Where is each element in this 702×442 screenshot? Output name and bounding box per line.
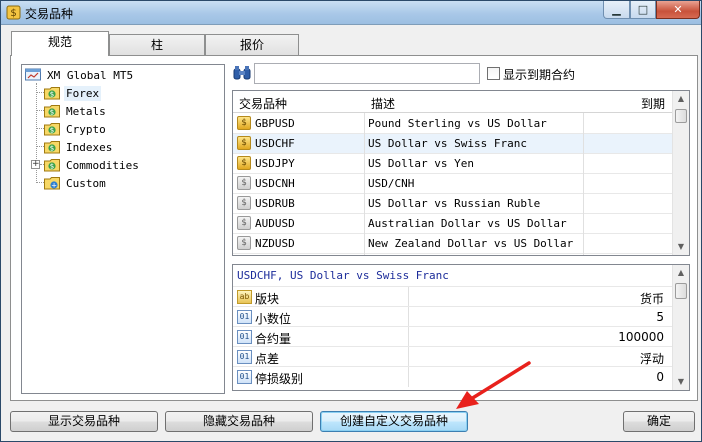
terminal-icon — [25, 68, 41, 81]
currency-dollar-icon: $ — [237, 156, 251, 170]
expand-commodities-icon[interactable]: + — [31, 160, 40, 169]
svg-text:$: $ — [50, 127, 54, 135]
table-row[interactable]: $ USDRUB US Dollar vs Russian Ruble — [233, 194, 672, 214]
folder-dollar-icon: $ — [44, 141, 60, 154]
tab-specification[interactable]: 规范 — [11, 31, 109, 56]
table-row[interactable]: $ USDCHF US Dollar vs Swiss Franc — [233, 134, 672, 154]
currency-dollar-disabled-icon: $ — [237, 216, 251, 230]
symbol-search-input[interactable] — [254, 63, 480, 84]
close-icon: ✕ — [673, 3, 683, 16]
symbols-scrollbar[interactable]: ▲ ▼ — [672, 91, 689, 255]
show-expired-label: 显示到期合约 — [503, 68, 576, 82]
close-button[interactable]: ✕ — [656, 1, 700, 19]
tree-item-custom[interactable]: + Custom — [44, 174, 108, 192]
scroll-thumb[interactable] — [675, 283, 687, 299]
table-row[interactable]: $ AUDUSD Australian Dollar vs US Dollar — [233, 214, 672, 234]
minimize-button[interactable]: ▁ — [603, 1, 630, 19]
tree-item-commodities[interactable]: $ Commodities — [44, 156, 141, 174]
ok-button[interactable]: 确定 — [623, 411, 695, 432]
tree-item-forex[interactable]: $ Forex — [44, 84, 102, 102]
column-header-description[interactable]: 描述 — [371, 95, 395, 112]
tree-item-label: Metals — [66, 104, 106, 118]
window-title: 交易品种 — [25, 7, 74, 21]
properties-title: USDCHF, US Dollar vs Swiss Franc — [237, 269, 449, 282]
tree-root[interactable]: XM Global MT5 — [25, 66, 135, 84]
column-header-symbol[interactable]: 交易品种 — [239, 95, 287, 112]
app-icon: $ — [6, 5, 21, 20]
svg-text:$: $ — [50, 109, 54, 117]
svg-text:$: $ — [50, 163, 54, 171]
tree-root-label: XM Global MT5 — [47, 68, 134, 82]
tree-item-label: Custom — [66, 176, 106, 190]
tree-item-label: Forex — [64, 85, 102, 101]
scroll-thumb[interactable] — [675, 109, 687, 123]
tab-bars[interactable]: 柱 — [109, 34, 205, 56]
svg-text:+: + — [51, 182, 57, 190]
folder-dollar-icon: $ — [44, 159, 60, 172]
minimize-icon: ▁ — [612, 3, 621, 16]
text-property-icon: ab — [237, 290, 252, 304]
table-row[interactable]: $ USDCNH USD/CNH — [233, 174, 672, 194]
show-symbol-button[interactable]: 显示交易品种 — [10, 411, 158, 432]
currency-dollar-icon: $ — [237, 116, 251, 130]
binoculars-icon — [233, 66, 251, 80]
property-row[interactable]: 01 停损级别 0 — [233, 366, 672, 387]
table-row[interactable]: $ USDJPY US Dollar vs Yen — [233, 154, 672, 174]
currency-dollar-disabled-icon: $ — [237, 176, 251, 190]
tree-item-label: Indexes — [66, 140, 113, 154]
property-row[interactable]: 01 点差 浮动 — [233, 346, 672, 367]
folder-dollar-icon: $ — [44, 105, 60, 118]
property-row[interactable]: 01 合约量 100000 — [233, 326, 672, 347]
scroll-down-icon[interactable]: ▼ — [673, 239, 689, 255]
symbols-table: 交易品种 描述 到期 $ GBPUSD Pound Sterling vs US… — [232, 90, 690, 256]
svg-text:$: $ — [50, 145, 54, 153]
folder-dollar-icon: $ — [44, 123, 60, 136]
folder-dollar-icon: $ — [44, 87, 60, 100]
symbol-group-tree: XM Global MT5 $ Forex $ Metals $ Crypto — [21, 64, 225, 394]
show-expired-checkbox[interactable] — [487, 67, 500, 80]
table-header: 交易品种 描述 到期 — [233, 91, 672, 113]
property-row[interactable]: ab 版块 货币 — [233, 286, 672, 307]
tree-item-label: Crypto — [66, 122, 106, 136]
numeric-property-icon: 01 — [237, 370, 252, 384]
currency-dollar-disabled-icon: $ — [237, 236, 251, 250]
table-row[interactable]: $ GBPUSD Pound Sterling vs US Dollar — [233, 114, 672, 134]
svg-text:$: $ — [10, 8, 16, 19]
tree-item-indexes[interactable]: $ Indexes — [44, 138, 114, 156]
properties-scrollbar[interactable]: ▲ ▼ — [672, 265, 689, 390]
scroll-up-icon[interactable]: ▲ — [673, 265, 689, 281]
scroll-up-icon[interactable]: ▲ — [673, 91, 689, 107]
title-bar[interactable]: $ 交易品种 ▁ □ ✕ — [1, 1, 701, 25]
property-row[interactable]: 01 小数位 5 — [233, 306, 672, 327]
hide-symbol-button[interactable]: 隐藏交易品种 — [165, 411, 313, 432]
numeric-property-icon: 01 — [237, 310, 252, 324]
symbol-properties-panel: USDCHF, US Dollar vs Swiss Franc ab 版块 货… — [232, 264, 690, 391]
numeric-property-icon: 01 — [237, 350, 252, 364]
tree-item-label: Commodities — [66, 158, 139, 172]
tab-ticks[interactable]: 报价 — [205, 34, 299, 56]
folder-custom-icon: + — [44, 177, 60, 190]
tree-item-crypto[interactable]: $ Crypto — [44, 120, 108, 138]
maximize-icon: □ — [637, 3, 649, 16]
svg-text:$: $ — [50, 91, 54, 99]
currency-dollar-disabled-icon: $ — [237, 196, 251, 210]
table-row[interactable]: $ NZDUSD New Zealand Dollar vs US Dollar — [233, 234, 672, 254]
numeric-property-icon: 01 — [237, 330, 252, 344]
tree-item-metals[interactable]: $ Metals — [44, 102, 108, 120]
create-custom-symbol-button[interactable]: 创建自定义交易品种 — [320, 411, 468, 432]
currency-dollar-icon: $ — [237, 136, 251, 150]
symbols-window: $ 交易品种 ▁ □ ✕ 规范 柱 报价 XM Global MT5 $ For… — [0, 0, 702, 442]
scroll-down-icon[interactable]: ▼ — [673, 374, 689, 390]
column-header-expiry[interactable]: 到期 — [641, 95, 665, 112]
maximize-button[interactable]: □ — [630, 1, 656, 19]
